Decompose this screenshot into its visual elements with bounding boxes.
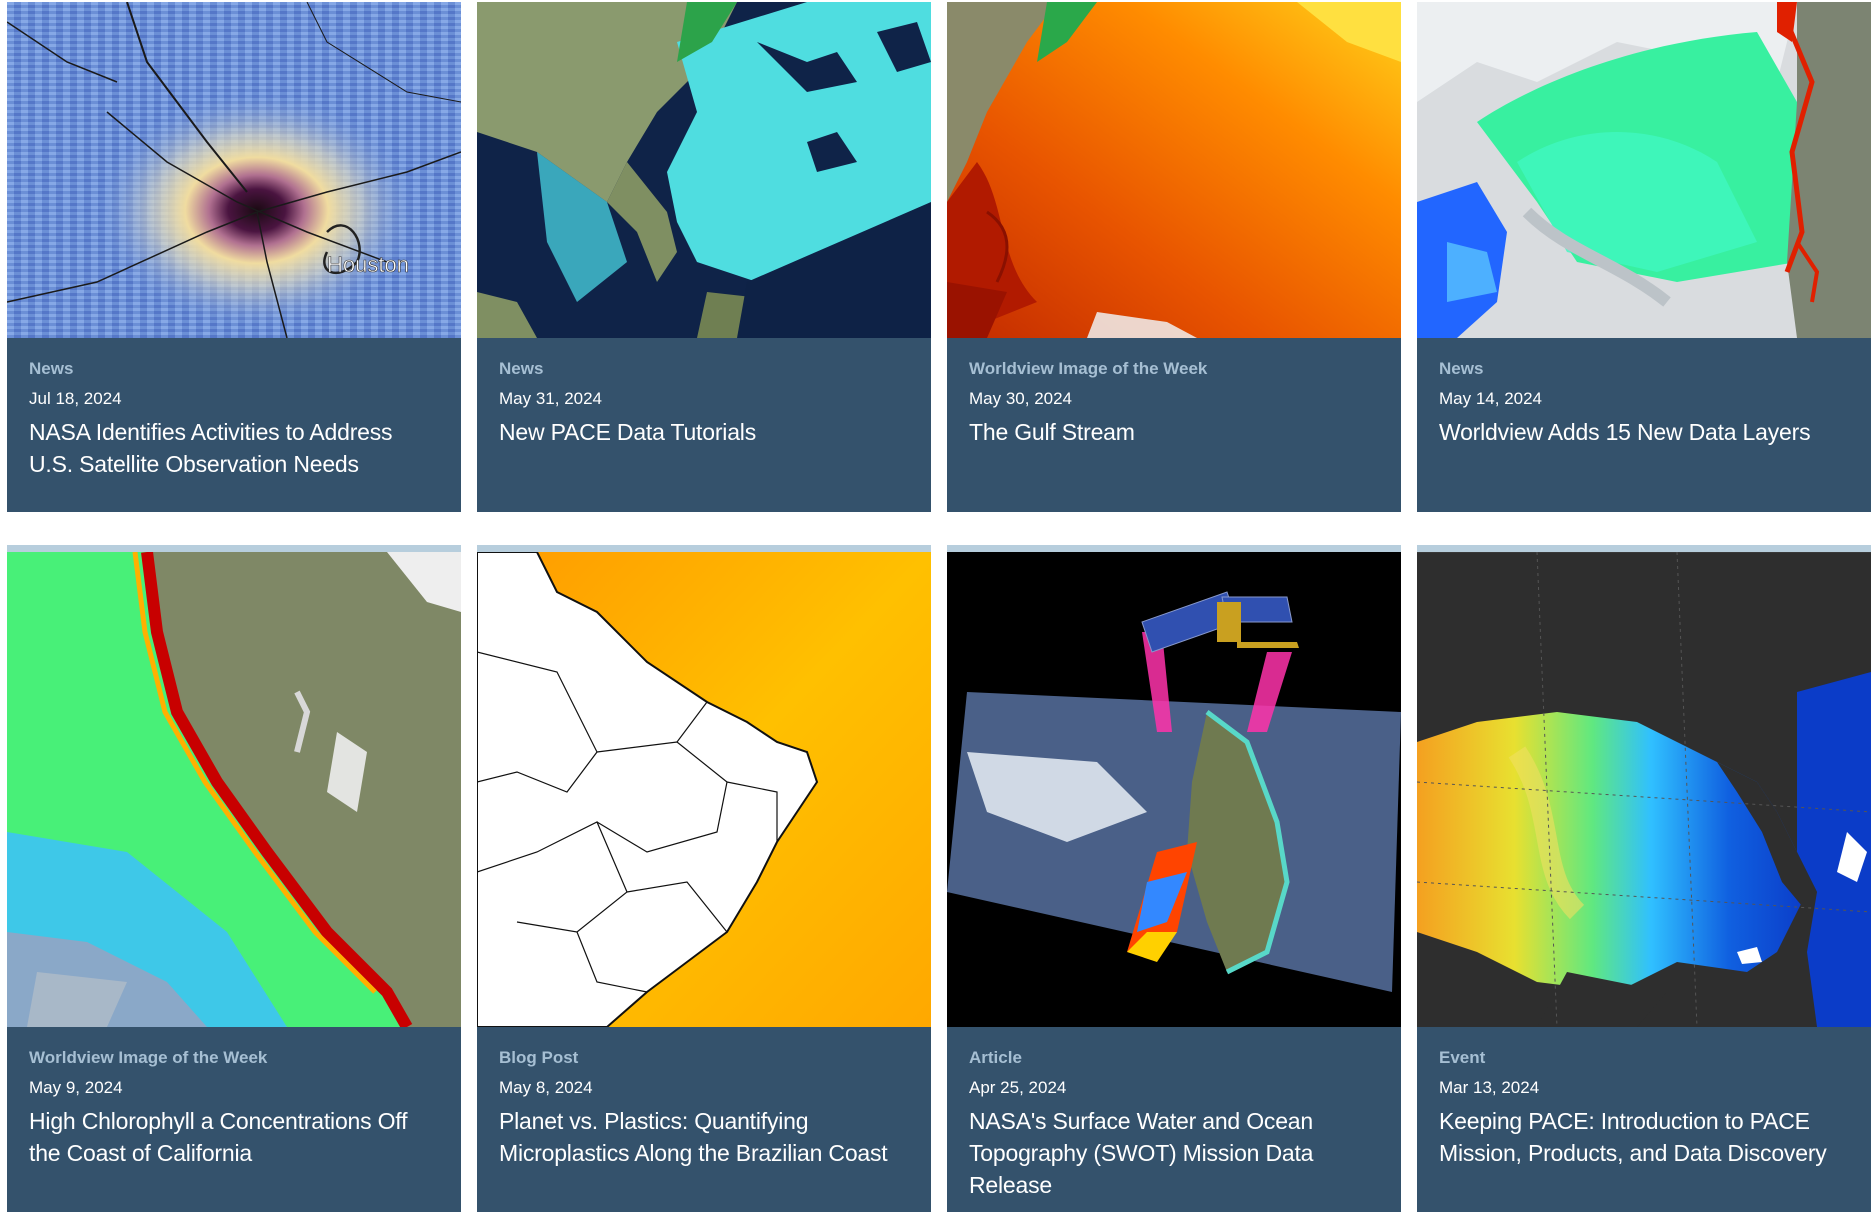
card-thumbnail-brazil-coast[interactable] [477, 552, 931, 1027]
card-title[interactable]: NASA's Surface Water and Ocean Topograph… [969, 1105, 1379, 1201]
news-card[interactable]: Event Mar 13, 2024 Keeping PACE: Introdu… [1417, 545, 1871, 1212]
card-title[interactable]: High Chlorophyll a Concentrations Off th… [29, 1105, 439, 1169]
card-category: News [29, 359, 74, 378]
card-thumbnail-houston-map[interactable]: Houston [7, 2, 461, 338]
card-title[interactable]: Worldview Adds 15 New Data Layers [1439, 416, 1849, 448]
news-card[interactable]: Houston News Jul 18, 2024 NASA Identifie… [7, 2, 461, 512]
card-date: May 8, 2024 [499, 1078, 593, 1097]
card-title[interactable]: New PACE Data Tutorials [499, 416, 909, 448]
card-date: Mar 13, 2024 [1439, 1078, 1540, 1097]
card-title[interactable]: The Gulf Stream [969, 416, 1379, 448]
news-card[interactable]: Worldview Image of the Week May 9, 2024 … [7, 545, 461, 1212]
card-category: News [499, 359, 544, 378]
card-category: Blog Post [499, 1048, 579, 1067]
card-thumbnail-florida-ocean-color[interactable] [477, 2, 931, 338]
card-date: May 14, 2024 [1439, 389, 1543, 408]
card-date: May 31, 2024 [499, 389, 603, 408]
news-card[interactable]: Article Apr 25, 2024 NASA's Surface Wate… [947, 545, 1401, 1212]
card-date: Jul 18, 2024 [29, 389, 122, 408]
news-card[interactable]: Worldview Image of the Week May 30, 2024… [947, 2, 1401, 512]
card-category: Worldview Image of the Week [29, 1048, 268, 1067]
news-card[interactable]: Blog Post May 8, 2024 Planet vs. Plastic… [477, 545, 931, 1212]
card-category: Event [1439, 1048, 1486, 1067]
card-title[interactable]: NASA Identifies Activities to Address U.… [29, 416, 439, 480]
card-thumbnail-gulf-of-mexico[interactable] [1417, 552, 1871, 1027]
card-thumbnail-gulf-stream[interactable] [947, 2, 1401, 338]
card-category: Worldview Image of the Week [969, 359, 1208, 378]
news-card[interactable]: News May 14, 2024 Worldview Adds 15 New … [1417, 2, 1871, 512]
card-date: May 30, 2024 [969, 389, 1073, 408]
card-date: May 9, 2024 [29, 1078, 123, 1097]
card-thumbnail-california-chlorophyll[interactable] [7, 552, 461, 1027]
card-date: Apr 25, 2024 [969, 1078, 1067, 1097]
card-title[interactable]: Planet vs. Plastics: Quantifying Micropl… [499, 1105, 909, 1169]
card-category: Article [969, 1048, 1022, 1067]
card-thumbnail-data-layers[interactable] [1417, 2, 1871, 338]
houston-map-label: Houston [327, 252, 409, 277]
news-card-grid: Houston News Jul 18, 2024 NASA Identifie… [7, 0, 1871, 1212]
card-title[interactable]: Keeping PACE: Introduction to PACE Missi… [1439, 1105, 1849, 1169]
card-category: News [1439, 359, 1484, 378]
card-thumbnail-swot-satellite[interactable] [947, 552, 1401, 1027]
news-card[interactable]: News May 31, 2024 New PACE Data Tutorial… [477, 2, 931, 512]
